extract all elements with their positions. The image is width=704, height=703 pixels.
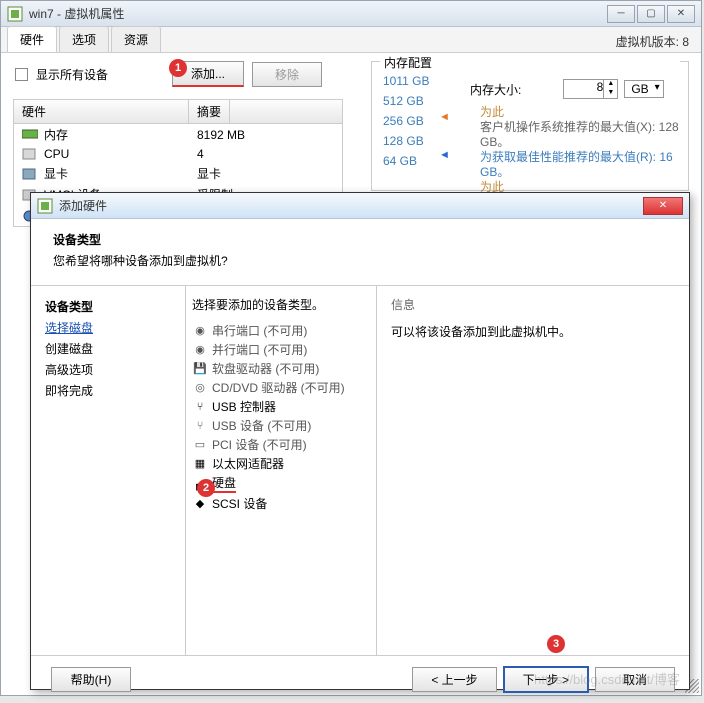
video-icon [22, 168, 38, 180]
device-label: 以太网适配器 [212, 455, 284, 472]
mem-unit-select[interactable]: GB [624, 80, 663, 98]
modal-title: 添加硬件 [59, 197, 643, 214]
cpu-icon [22, 148, 38, 160]
wizard-icon [37, 198, 53, 214]
step-create-disk[interactable]: 创建磁盘 [45, 338, 171, 359]
hw-col-summary: 摘要 [189, 100, 230, 123]
maximize-button[interactable]: ▢ [637, 5, 665, 23]
device-icon: ◉ [192, 324, 208, 338]
device-list: 选择要添加的设备类型。 ◉ 串行端口 (不可用) ◉ 并行端口 (不可用) 💾 软盘驱动器… [186, 286, 376, 655]
device-item[interactable]: ⑂ USB 控制器 [192, 397, 370, 416]
memsize-label: 内存大小: [470, 81, 521, 98]
tab-resources[interactable]: 资源 [111, 26, 161, 52]
step-ready[interactable]: 即将完成 [45, 380, 171, 401]
modal-titlebar: 添加硬件 ✕ [31, 193, 689, 219]
step-advanced[interactable]: 高级选项 [45, 359, 171, 380]
device-item[interactable]: 💾 软盘驱动器 (不可用) [192, 359, 370, 378]
step-badge-3: 3 [547, 635, 565, 653]
device-item[interactable]: ▭ PCI 设备 (不可用) [192, 435, 370, 454]
back-button[interactable]: < 上一步 [412, 667, 496, 692]
device-label: 软盘驱动器 (不可用) [212, 360, 319, 377]
modal-header-title: 设备类型 [53, 231, 667, 248]
device-item[interactable]: ◉ 串行端口 (不可用) [192, 321, 370, 340]
device-icon: ⑂ [192, 400, 208, 414]
device-label: 并行端口 (不可用) [212, 341, 307, 358]
remove-button[interactable]: 移除 [252, 62, 322, 87]
watermark: https://blog.csdn.net/博客 [534, 669, 680, 688]
step-badge-1: 1 [169, 59, 187, 77]
device-item[interactable]: ◎ CD/DVD 驱动器 (不可用) [192, 378, 370, 397]
device-item[interactable]: ▄硬盘 [192, 473, 370, 494]
device-icon: ◎ [192, 381, 208, 395]
memsize-input[interactable]: 8▲▼ [563, 79, 618, 99]
main-titlebar: win7 - 虚拟机属性 ─ ▢ ✕ [1, 1, 701, 27]
tab-options[interactable]: 选项 [59, 26, 109, 52]
step-select-disk[interactable]: 选择磁盘 [45, 317, 171, 338]
device-icon: ▭ [192, 438, 208, 452]
close-button[interactable]: ✕ [667, 5, 695, 23]
hardware-table-header: 硬件 摘要 [14, 100, 342, 124]
modal-close-button[interactable]: ✕ [643, 197, 683, 215]
device-item[interactable]: ⑂ USB 设备 (不可用) [192, 416, 370, 435]
device-label: SCSI 设备 [212, 495, 267, 512]
table-row[interactable]: 内存8192 MB [14, 124, 342, 145]
memory-icon [22, 129, 38, 141]
memory-legend: 内存配置 [380, 54, 680, 71]
device-label: 串行端口 (不可用) [212, 322, 307, 339]
mem-note-hdr: 为此 [480, 105, 680, 120]
modal-header-sub: 您希望将哪种设备添加到虚拟机? [53, 252, 667, 269]
main-title: win7 - 虚拟机属性 [29, 5, 607, 22]
wizard-steps: 设备类型 选择磁盘 创建磁盘 高级选项 即将完成 [31, 286, 186, 655]
device-label: USB 控制器 [212, 398, 276, 415]
device-icon: ◉ [192, 343, 208, 357]
help-button[interactable]: 帮助(H) [51, 667, 131, 692]
device-icon: ▦ [192, 457, 208, 471]
memory-panel: 内存配置 内存大小: 8▲▼ GB 为此 客户机操作系统推荐的最大值(X): 1… [371, 61, 689, 191]
step-badge-2: 2 [197, 479, 215, 497]
modal-header: 设备类型 您希望将哪种设备添加到虚拟机? [31, 219, 689, 285]
device-label: PCI 设备 (不可用) [212, 436, 307, 453]
device-icon: ⑂ [192, 419, 208, 433]
device-item[interactable]: ◆ SCSI 设备 [192, 494, 370, 513]
add-hardware-dialog: 添加硬件 ✕ 设备类型 您希望将哪种设备添加到虚拟机? 设备类型 选择磁盘 创建… [30, 192, 690, 690]
vm-version-label: 虚拟机版本: 8 [616, 33, 689, 50]
tab-hardware[interactable]: 硬件 [7, 26, 57, 52]
info-label: 信息 [391, 296, 675, 313]
device-label: USB 设备 (不可用) [212, 417, 311, 434]
main-tabs: 硬件 选项 资源 [1, 27, 701, 53]
step-device-type[interactable]: 设备类型 [45, 296, 171, 317]
info-text: 可以将该设备添加到此虚拟机中。 [391, 323, 675, 340]
mem-note2: 为获取最佳性能推荐的最大值(R): 16 GB。 [480, 150, 680, 180]
device-item[interactable]: ◉ 并行端口 (不可用) [192, 340, 370, 359]
show-all-checkbox[interactable] [15, 68, 28, 81]
mem-note1: 客户机操作系统推荐的最大值(X): 128 GB。 [480, 120, 680, 150]
table-row[interactable]: 显卡显卡 [14, 163, 342, 184]
device-icon: ◆ [192, 497, 208, 511]
spinner-icon[interactable]: ▲▼ [603, 80, 617, 98]
device-icon: 💾 [192, 362, 208, 376]
hw-col-hardware: 硬件 [14, 100, 189, 123]
device-label: CD/DVD 驱动器 (不可用) [212, 379, 345, 396]
device-item[interactable]: ▦ 以太网适配器 [192, 454, 370, 473]
show-all-label: 显示所有设备 [36, 66, 108, 83]
table-row[interactable]: CPU4 [14, 145, 342, 163]
device-info-panel: 信息 可以将该设备添加到此虚拟机中。 [376, 286, 689, 655]
device-label: 硬盘 [212, 474, 236, 493]
minimize-button[interactable]: ─ [607, 5, 635, 23]
device-list-header: 选择要添加的设备类型。 [192, 296, 370, 313]
vm-icon [7, 6, 23, 22]
